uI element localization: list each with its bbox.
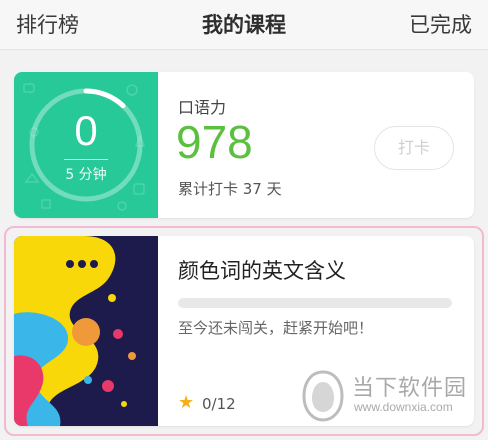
- speaking-progress-panel: 0 5 分钟: [14, 72, 158, 218]
- course-cover-image: [14, 236, 158, 426]
- course-title: 颜色词的英文含义: [178, 259, 346, 283]
- ring-divider: [64, 159, 108, 160]
- watermark-logo-icon: [302, 370, 344, 422]
- watermark-url: www.downxia.com: [354, 400, 453, 414]
- course-level-count: 0/12: [202, 395, 236, 413]
- star-icon: ★: [178, 392, 195, 413]
- checkin-button[interactable]: 打卡: [374, 126, 454, 170]
- course-progress-bar: [178, 298, 452, 308]
- completed-link[interactable]: 已完成: [409, 10, 472, 40]
- skill-score: 978: [176, 116, 253, 168]
- course-hint: 至今还未闯关，赶紧开始吧！: [178, 319, 374, 337]
- watermark: 当下软件园 www.downxia.com: [300, 366, 480, 430]
- checkin-streak: 累计打卡 37 天: [178, 180, 282, 198]
- top-nav-bar: 排行榜 我的课程 已完成: [0, 0, 488, 50]
- watermark-name: 当下软件园: [352, 376, 468, 401]
- ring-duration: 5 分钟: [65, 167, 107, 183]
- ring-value: 0: [74, 107, 98, 154]
- speaking-card[interactable]: 0 5 分钟 口语力 978 累计打卡 37 天 打卡: [14, 72, 474, 218]
